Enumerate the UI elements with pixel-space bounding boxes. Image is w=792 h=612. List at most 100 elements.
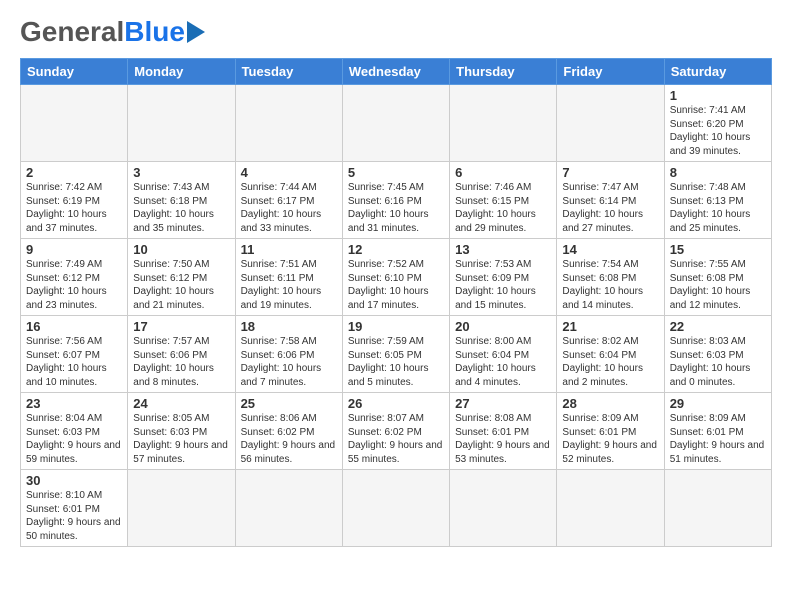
- logo-arrow-icon: [187, 21, 205, 43]
- calendar-cell: 12Sunrise: 7:52 AM Sunset: 6:10 PM Dayli…: [342, 239, 449, 316]
- day-info: Sunrise: 7:57 AM Sunset: 6:06 PM Dayligh…: [133, 335, 229, 389]
- day-info: Sunrise: 8:10 AM Sunset: 6:01 PM Dayligh…: [26, 489, 122, 543]
- calendar-cell: 4Sunrise: 7:44 AM Sunset: 6:17 PM Daylig…: [235, 162, 342, 239]
- day-number: 9: [26, 242, 122, 257]
- calendar-week-row: 16Sunrise: 7:56 AM Sunset: 6:07 PM Dayli…: [21, 316, 772, 393]
- calendar-cell: 3Sunrise: 7:43 AM Sunset: 6:18 PM Daylig…: [128, 162, 235, 239]
- day-number: 4: [241, 165, 337, 180]
- day-info: Sunrise: 7:46 AM Sunset: 6:15 PM Dayligh…: [455, 181, 551, 235]
- calendar-cell: 10Sunrise: 7:50 AM Sunset: 6:12 PM Dayli…: [128, 239, 235, 316]
- day-info: Sunrise: 7:44 AM Sunset: 6:17 PM Dayligh…: [241, 181, 337, 235]
- day-info: Sunrise: 7:52 AM Sunset: 6:10 PM Dayligh…: [348, 258, 444, 312]
- day-info: Sunrise: 8:08 AM Sunset: 6:01 PM Dayligh…: [455, 412, 551, 466]
- calendar-cell: 20Sunrise: 8:00 AM Sunset: 6:04 PM Dayli…: [450, 316, 557, 393]
- calendar-cell: 18Sunrise: 7:58 AM Sunset: 6:06 PM Dayli…: [235, 316, 342, 393]
- col-header-monday: Monday: [128, 59, 235, 85]
- calendar-week-row: 23Sunrise: 8:04 AM Sunset: 6:03 PM Dayli…: [21, 393, 772, 470]
- day-number: 18: [241, 319, 337, 334]
- calendar-cell: [342, 470, 449, 547]
- calendar-cell: 22Sunrise: 8:03 AM Sunset: 6:03 PM Dayli…: [664, 316, 771, 393]
- day-number: 22: [670, 319, 766, 334]
- calendar-cell: 23Sunrise: 8:04 AM Sunset: 6:03 PM Dayli…: [21, 393, 128, 470]
- calendar-cell: 21Sunrise: 8:02 AM Sunset: 6:04 PM Dayli…: [557, 316, 664, 393]
- calendar-cell: [235, 85, 342, 162]
- calendar-cell: [450, 85, 557, 162]
- col-header-sunday: Sunday: [21, 59, 128, 85]
- calendar-cell: 14Sunrise: 7:54 AM Sunset: 6:08 PM Dayli…: [557, 239, 664, 316]
- calendar-cell: [342, 85, 449, 162]
- col-header-tuesday: Tuesday: [235, 59, 342, 85]
- day-number: 19: [348, 319, 444, 334]
- day-info: Sunrise: 7:54 AM Sunset: 6:08 PM Dayligh…: [562, 258, 658, 312]
- calendar-cell: [128, 85, 235, 162]
- calendar-cell: [557, 470, 664, 547]
- day-info: Sunrise: 8:06 AM Sunset: 6:02 PM Dayligh…: [241, 412, 337, 466]
- calendar-cell: 7Sunrise: 7:47 AM Sunset: 6:14 PM Daylig…: [557, 162, 664, 239]
- calendar-cell: 6Sunrise: 7:46 AM Sunset: 6:15 PM Daylig…: [450, 162, 557, 239]
- calendar-cell: 2Sunrise: 7:42 AM Sunset: 6:19 PM Daylig…: [21, 162, 128, 239]
- day-number: 2: [26, 165, 122, 180]
- calendar-week-row: 9Sunrise: 7:49 AM Sunset: 6:12 PM Daylig…: [21, 239, 772, 316]
- day-info: Sunrise: 7:48 AM Sunset: 6:13 PM Dayligh…: [670, 181, 766, 235]
- calendar-table: SundayMondayTuesdayWednesdayThursdayFrid…: [20, 58, 772, 547]
- col-header-thursday: Thursday: [450, 59, 557, 85]
- calendar-cell: [21, 85, 128, 162]
- day-number: 17: [133, 319, 229, 334]
- day-number: 1: [670, 88, 766, 103]
- col-header-saturday: Saturday: [664, 59, 771, 85]
- day-number: 23: [26, 396, 122, 411]
- day-info: Sunrise: 7:42 AM Sunset: 6:19 PM Dayligh…: [26, 181, 122, 235]
- calendar-cell: 17Sunrise: 7:57 AM Sunset: 6:06 PM Dayli…: [128, 316, 235, 393]
- calendar-cell: 28Sunrise: 8:09 AM Sunset: 6:01 PM Dayli…: [557, 393, 664, 470]
- day-info: Sunrise: 8:04 AM Sunset: 6:03 PM Dayligh…: [26, 412, 122, 466]
- day-info: Sunrise: 7:55 AM Sunset: 6:08 PM Dayligh…: [670, 258, 766, 312]
- day-number: 12: [348, 242, 444, 257]
- calendar-cell: [128, 470, 235, 547]
- day-info: Sunrise: 7:51 AM Sunset: 6:11 PM Dayligh…: [241, 258, 337, 312]
- day-number: 20: [455, 319, 551, 334]
- logo-general-text: General: [20, 16, 124, 48]
- day-info: Sunrise: 7:45 AM Sunset: 6:16 PM Dayligh…: [348, 181, 444, 235]
- day-info: Sunrise: 7:56 AM Sunset: 6:07 PM Dayligh…: [26, 335, 122, 389]
- day-number: 30: [26, 473, 122, 488]
- logo: General Blue: [20, 16, 205, 48]
- calendar-cell: [235, 470, 342, 547]
- day-number: 13: [455, 242, 551, 257]
- calendar-cell: 24Sunrise: 8:05 AM Sunset: 6:03 PM Dayli…: [128, 393, 235, 470]
- day-info: Sunrise: 7:58 AM Sunset: 6:06 PM Dayligh…: [241, 335, 337, 389]
- calendar-cell: 9Sunrise: 7:49 AM Sunset: 6:12 PM Daylig…: [21, 239, 128, 316]
- calendar-week-row: 1Sunrise: 7:41 AM Sunset: 6:20 PM Daylig…: [21, 85, 772, 162]
- day-number: 11: [241, 242, 337, 257]
- day-info: Sunrise: 8:03 AM Sunset: 6:03 PM Dayligh…: [670, 335, 766, 389]
- calendar-cell: 25Sunrise: 8:06 AM Sunset: 6:02 PM Dayli…: [235, 393, 342, 470]
- day-number: 29: [670, 396, 766, 411]
- day-number: 7: [562, 165, 658, 180]
- day-info: Sunrise: 8:05 AM Sunset: 6:03 PM Dayligh…: [133, 412, 229, 466]
- day-info: Sunrise: 7:49 AM Sunset: 6:12 PM Dayligh…: [26, 258, 122, 312]
- day-info: Sunrise: 7:43 AM Sunset: 6:18 PM Dayligh…: [133, 181, 229, 235]
- calendar-cell: 26Sunrise: 8:07 AM Sunset: 6:02 PM Dayli…: [342, 393, 449, 470]
- calendar-cell: 11Sunrise: 7:51 AM Sunset: 6:11 PM Dayli…: [235, 239, 342, 316]
- day-info: Sunrise: 8:07 AM Sunset: 6:02 PM Dayligh…: [348, 412, 444, 466]
- day-number: 5: [348, 165, 444, 180]
- calendar-week-row: 30Sunrise: 8:10 AM Sunset: 6:01 PM Dayli…: [21, 470, 772, 547]
- calendar-cell: 16Sunrise: 7:56 AM Sunset: 6:07 PM Dayli…: [21, 316, 128, 393]
- calendar-cell: 15Sunrise: 7:55 AM Sunset: 6:08 PM Dayli…: [664, 239, 771, 316]
- day-number: 3: [133, 165, 229, 180]
- day-number: 21: [562, 319, 658, 334]
- day-number: 15: [670, 242, 766, 257]
- day-info: Sunrise: 8:09 AM Sunset: 6:01 PM Dayligh…: [670, 412, 766, 466]
- day-info: Sunrise: 7:50 AM Sunset: 6:12 PM Dayligh…: [133, 258, 229, 312]
- day-number: 24: [133, 396, 229, 411]
- day-info: Sunrise: 7:47 AM Sunset: 6:14 PM Dayligh…: [562, 181, 658, 235]
- col-header-friday: Friday: [557, 59, 664, 85]
- day-number: 6: [455, 165, 551, 180]
- calendar-cell: [557, 85, 664, 162]
- calendar-cell: 5Sunrise: 7:45 AM Sunset: 6:16 PM Daylig…: [342, 162, 449, 239]
- calendar-cell: [450, 470, 557, 547]
- day-number: 27: [455, 396, 551, 411]
- day-number: 16: [26, 319, 122, 334]
- logo-blue-text: Blue: [124, 16, 185, 48]
- calendar-cell: [664, 470, 771, 547]
- col-header-wednesday: Wednesday: [342, 59, 449, 85]
